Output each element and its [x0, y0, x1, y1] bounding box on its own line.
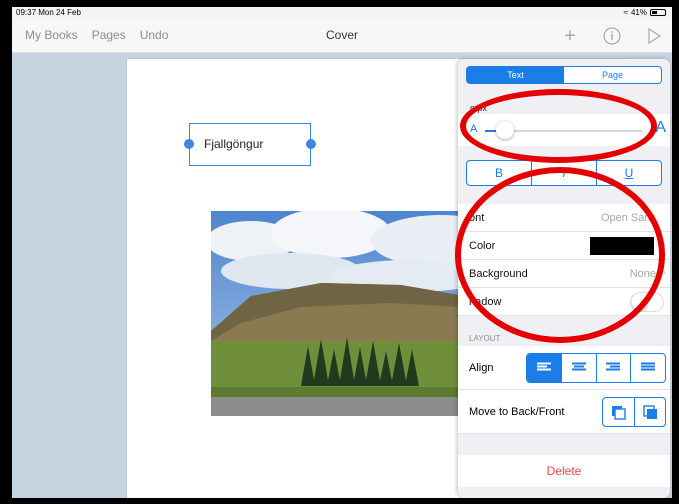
bold-button[interactable]: B	[467, 161, 532, 185]
font-size-slider-row: A A	[458, 114, 670, 146]
status-bar: 09:37 Mon 24 Feb ≈ 41%	[12, 7, 672, 19]
tab-text[interactable]: Text	[467, 67, 564, 83]
shadow-label: hadow	[469, 296, 502, 308]
ipad-screen: 09:37 Mon 24 Feb ≈ 41% My Books Pages Un…	[12, 7, 672, 498]
text-style-buttons: B I U	[466, 160, 662, 186]
font-label: ont	[469, 212, 485, 224]
bring-to-front-button[interactable]	[635, 398, 666, 426]
battery-percent: 41%	[630, 8, 647, 17]
slider-knob[interactable]	[496, 121, 515, 139]
text-properties-list: ont Open Sans Color › Background None › …	[458, 204, 670, 316]
align-center-button[interactable]	[562, 354, 597, 382]
layout-list: Align Move to Back/Front	[458, 346, 670, 434]
info-icon[interactable]	[600, 24, 624, 48]
justify-icon	[641, 362, 656, 374]
background-value: None	[629, 268, 656, 280]
move-label: Move to Back/Front	[469, 406, 565, 418]
color-swatch	[590, 237, 654, 255]
italic-button[interactable]: I	[532, 161, 597, 185]
align-label: Align	[469, 362, 494, 374]
color-label: Color	[469, 240, 496, 252]
small-a-icon: A	[470, 123, 478, 135]
align-right-button[interactable]	[597, 354, 632, 382]
delete-button[interactable]: Delete	[458, 455, 670, 487]
align-row: Align	[458, 346, 670, 390]
justify-button[interactable]	[631, 354, 665, 382]
text-box-label: Fjallgöngur	[204, 137, 264, 151]
align-buttons	[526, 353, 666, 383]
resize-handle-left[interactable]	[184, 139, 194, 149]
chevron-right-icon: ›	[662, 267, 666, 279]
align-left-button[interactable]	[527, 354, 562, 382]
background-row[interactable]: Background None ›	[458, 260, 670, 288]
align-left-icon	[536, 362, 551, 374]
inspector-tabs: Text Page	[466, 66, 662, 84]
wifi-icon: ≈	[623, 8, 628, 17]
align-right-icon	[606, 362, 621, 374]
bring-to-front-icon	[642, 405, 657, 419]
background-label: Background	[469, 268, 528, 280]
resize-handle-right[interactable]	[306, 139, 316, 149]
play-icon[interactable]	[642, 24, 666, 48]
font-size-label: o px	[470, 103, 488, 113]
tab-page[interactable]: Page	[564, 67, 661, 83]
font-value: Open Sans	[600, 212, 656, 224]
send-to-back-button[interactable]	[603, 398, 635, 426]
battery-icon	[650, 9, 666, 16]
align-center-icon	[571, 362, 586, 374]
status-time: 09:37 Mon 24 Feb	[16, 8, 81, 17]
shadow-toggle[interactable]	[630, 292, 664, 312]
send-to-back-icon	[612, 406, 626, 420]
text-box[interactable]: Fjallgöngur	[184, 123, 316, 166]
font-row[interactable]: ont Open Sans	[458, 204, 670, 232]
navigation-bar: My Books Pages Undo Cover +	[12, 19, 672, 53]
layout-section-header: LAYOUT	[469, 334, 501, 343]
chevron-right-icon: ›	[662, 239, 666, 251]
add-icon[interactable]: +	[558, 24, 582, 48]
underline-button[interactable]: U	[597, 161, 661, 185]
color-row[interactable]: Color ›	[458, 232, 670, 260]
shadow-row: hadow	[458, 288, 670, 316]
arrange-buttons	[602, 397, 666, 427]
large-a-icon: A	[655, 119, 666, 136]
format-inspector-panel: Text Page o px A A B I U ont Open Sans C…	[458, 59, 670, 498]
move-row: Move to Back/Front	[458, 390, 670, 434]
